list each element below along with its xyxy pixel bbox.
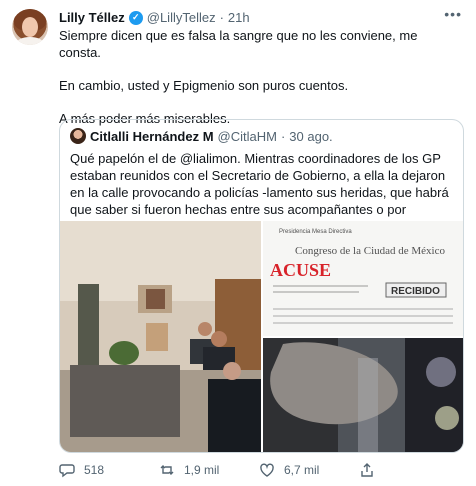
verified-badge-icon: ✓ [128,10,143,25]
retweet-icon [160,465,174,475]
retweet-button[interactable]: 1,9 mil [159,462,259,478]
heart-icon [260,463,274,477]
acuse-stamp: ACUSE [270,260,331,280]
quoted-tweet-media[interactable]: Presidencia Mesa Directiva Congreso de l… [60,221,463,452]
reply-button[interactable]: 518 [59,462,159,478]
like-count: 6,7 mil [284,463,320,477]
like-button[interactable]: 6,7 mil [259,462,359,478]
police-photo[interactable] [263,338,463,452]
tweet-actions: 518 1,9 mil 6,7 mil [59,462,459,478]
quoted-tweet-time: 30 ago. [289,128,333,144]
author-avatar[interactable] [12,9,48,45]
quoted-separator: · [280,128,286,144]
document-header: Presidencia Mesa Directiva [279,229,352,235]
meeting-photo[interactable] [60,221,261,452]
tweet[interactable]: Lilly Téllez ✓ @LillyTellez · 21h ••• Si… [0,0,476,486]
quoted-author-handle: @CitlaHM [217,128,277,144]
quoted-tweet-header: Citlalli Hernández M @CitlaHM · 30 ago. [70,128,333,144]
document-institution: Congreso de la Ciudad de México [295,245,445,257]
quoted-author-avatar [70,128,86,144]
quoted-tweet[interactable]: Citlalli Hernández M @CitlaHM · 30 ago. … [59,119,464,453]
reply-count: 518 [84,463,105,477]
received-stamp: RECIBIDO [391,286,440,297]
tweet-line: Siempre dicen que es falsa la sangre que… [59,28,418,60]
document-photo[interactable]: Presidencia Mesa Directiva Congreso de l… [263,221,463,336]
retweet-count: 1,9 mil [184,463,220,477]
author-handle[interactable]: @LillyTellez [147,10,216,25]
tweet-header: Lilly Téllez ✓ @LillyTellez · 21h [59,10,250,25]
header-separator: · [219,10,224,25]
share-icon [361,463,373,477]
more-options-icon[interactable]: ••• [444,6,462,22]
reply-icon [59,464,75,478]
quoted-author-name: Citlalli Hernández M [90,128,214,144]
share-button[interactable] [359,462,459,478]
tweet-time[interactable]: 21h [228,10,250,25]
author-name[interactable]: Lilly Téllez [59,10,125,25]
tweet-line: En cambio, usted y Epigmenio son puros c… [59,78,349,93]
